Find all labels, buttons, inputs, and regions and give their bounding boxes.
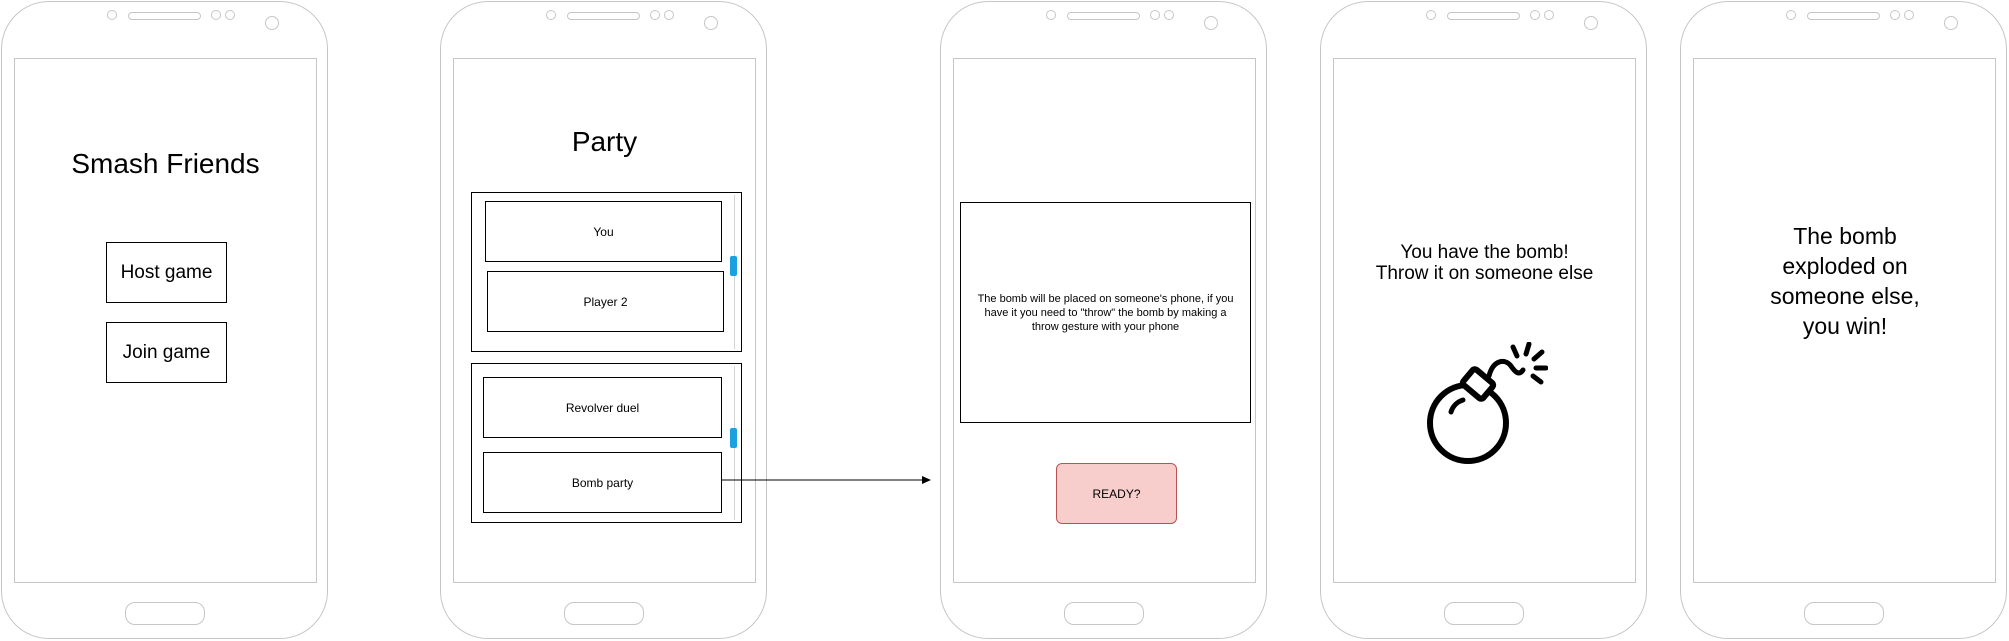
sensor-dot: [1904, 10, 1914, 20]
speaker-grille: [1447, 12, 1520, 20]
list-item: Player 2: [487, 271, 724, 332]
player-list[interactable]: You Player 2: [471, 192, 742, 352]
sensor-dot: [1164, 10, 1174, 20]
bomb-message-line2: Throw it on someone else: [1375, 263, 1594, 284]
host-game-button[interactable]: Host game: [106, 242, 227, 303]
sensor-dot: [650, 10, 660, 20]
phone-frame-instructions: The bomb will be placed on someone's pho…: [940, 1, 1267, 639]
speaker-grille: [1067, 12, 1140, 20]
list-item: You: [485, 201, 722, 262]
speaker-grille: [567, 12, 640, 20]
party-title: Party: [571, 126, 638, 157]
instructions-text: The bomb will be placed on someone's pho…: [960, 202, 1251, 423]
speaker-grille: [1807, 12, 1880, 20]
flow-arrow: [722, 476, 931, 484]
home-button: [1804, 602, 1884, 625]
home-button: [564, 602, 644, 625]
scrollbar-thumb[interactable]: [730, 428, 737, 448]
sensor-dot: [1046, 10, 1056, 20]
party-screen: Party You Player 2 Revolver duel Bomb pa…: [453, 58, 756, 583]
sensor-dot: [1890, 10, 1900, 20]
sensor-dot: [546, 10, 556, 20]
home-button: [1444, 602, 1524, 625]
bomb-icon: [1427, 342, 1548, 464]
app-title: Smash Friends: [71, 148, 260, 179]
win-screen: The bomb exploded on someone else, you w…: [1693, 58, 1996, 583]
phone-frame-party: Party You Player 2 Revolver duel Bomb pa…: [440, 1, 767, 639]
phone-frame-start: Smash Friends Host game Join game: [1, 1, 328, 639]
front-camera: [704, 16, 718, 30]
sensor-dot: [1426, 10, 1436, 20]
list-item[interactable]: Bomb party: [483, 452, 722, 513]
list-item[interactable]: Revolver duel: [483, 377, 722, 438]
sensor-dot: [664, 10, 674, 20]
front-camera: [265, 16, 279, 30]
ready-button[interactable]: READY?: [1056, 463, 1177, 524]
instructions-screen: The bomb will be placed on someone's pho…: [953, 58, 1256, 583]
front-camera: [1584, 16, 1598, 30]
sensor-dot: [1544, 10, 1554, 20]
bomb-message: You have the bomb! Throw it on someone e…: [1334, 242, 1635, 284]
front-camera: [1204, 16, 1218, 30]
home-button: [1064, 602, 1144, 625]
bomb-message-line1: You have the bomb!: [1400, 242, 1569, 263]
win-message: The bomb exploded on someone else, you w…: [1770, 223, 1920, 339]
game-mode-list[interactable]: Revolver duel Bomb party: [471, 363, 742, 523]
phone-frame-win: The bomb exploded on someone else, you w…: [1680, 1, 2007, 639]
phone-frame-have-bomb: You have the bomb! Throw it on someone e…: [1320, 1, 1647, 639]
sensor-dot: [107, 10, 117, 20]
sensor-dot: [1786, 10, 1796, 20]
scrollbar-thumb[interactable]: [730, 256, 737, 276]
have-bomb-screen: You have the bomb! Throw it on someone e…: [1333, 58, 1636, 583]
speaker-grille: [128, 12, 201, 20]
start-screen: Smash Friends Host game Join game: [14, 58, 317, 583]
sensor-dot: [211, 10, 221, 20]
front-camera: [1944, 16, 1958, 30]
sensor-dot: [1150, 10, 1160, 20]
sensor-dot: [225, 10, 235, 20]
home-button: [125, 602, 205, 625]
join-game-button[interactable]: Join game: [106, 322, 227, 383]
sensor-dot: [1530, 10, 1540, 20]
